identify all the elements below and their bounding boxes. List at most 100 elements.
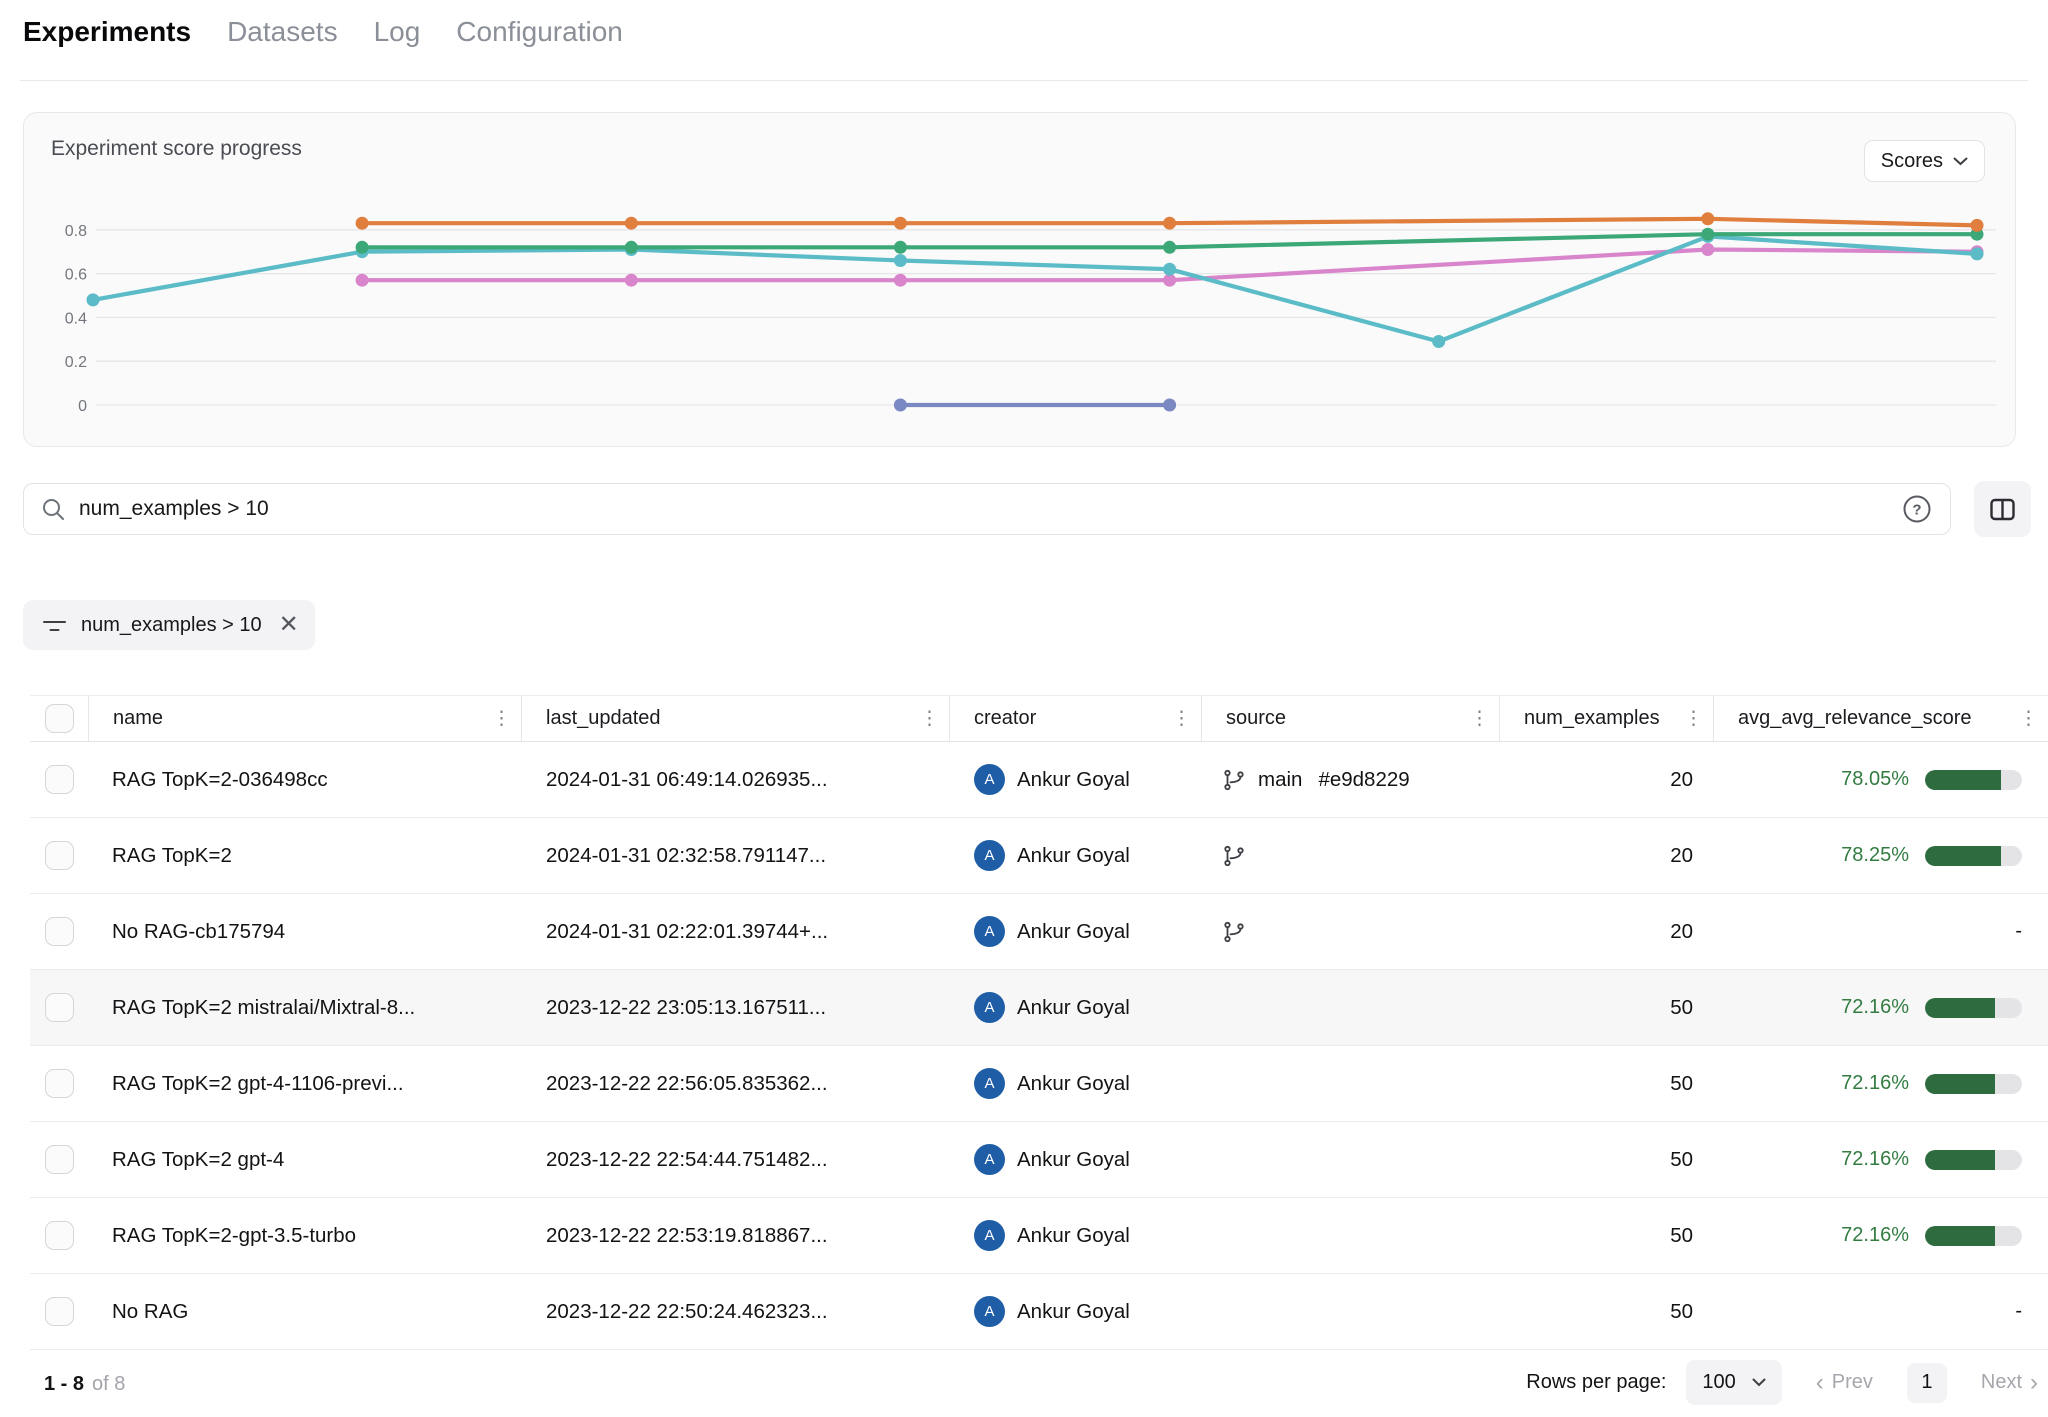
- range-total: of 8: [92, 1373, 125, 1395]
- score-bar-fill: [1925, 1150, 1995, 1170]
- column-menu-icon[interactable]: ⋮: [920, 709, 939, 728]
- rows-per-page-label: Rows per page:: [1526, 1371, 1666, 1394]
- experiment-name: RAG TopK=2 gpt-4-1106-previ...: [112, 1072, 404, 1096]
- num-examples-value: 50: [1670, 1148, 1693, 1172]
- search-input-wrapper[interactable]: ?: [23, 483, 1951, 535]
- column-menu-icon[interactable]: ⋮: [1172, 709, 1191, 728]
- svg-text:0.6: 0.6: [65, 267, 87, 284]
- column-menu-icon[interactable]: ⋮: [1470, 709, 1489, 728]
- range-text: 1 - 8: [44, 1373, 84, 1395]
- table-header: name⋮ last_updated⋮ creator⋮ source⋮ num…: [30, 695, 2048, 742]
- experiment-name: RAG TopK=2 mistralai/Mixtral-8...: [112, 996, 415, 1020]
- row-checkbox[interactable]: [45, 1297, 74, 1326]
- last-updated: 2023-12-22 23:05:13.167511...: [546, 996, 826, 1020]
- last-updated: 2023-12-22 22:56:05.835362...: [546, 1072, 828, 1096]
- rows-per-page-select[interactable]: 100: [1686, 1360, 1781, 1405]
- tab-log[interactable]: Log: [374, 16, 421, 48]
- source-cell: [1202, 818, 1500, 893]
- last-updated: 2023-12-22 22:50:24.462323...: [546, 1300, 828, 1324]
- column-menu-icon[interactable]: ⋮: [1684, 709, 1703, 728]
- creator-name: Ankur Goyal: [1017, 996, 1130, 1020]
- row-checkbox[interactable]: [45, 1221, 74, 1250]
- score-bar-fill: [1925, 1074, 1995, 1094]
- score-text: 78.25%: [1841, 844, 1909, 867]
- header-last-updated: last_updated⋮: [522, 696, 950, 741]
- score-bar: [1925, 1074, 2022, 1094]
- avatar: A: [974, 916, 1005, 947]
- table-row[interactable]: No RAG-cb175794 2024-01-31 02:22:01.3974…: [30, 894, 2048, 970]
- filter-chip[interactable]: num_examples > 10 ✕: [23, 600, 315, 650]
- score-bar-fill: [1925, 998, 1995, 1018]
- row-checkbox[interactable]: [45, 993, 74, 1022]
- score-cell: 78.05%: [1714, 742, 2048, 817]
- last-updated: 2023-12-22 22:54:44.751482...: [546, 1148, 828, 1172]
- remove-filter-icon[interactable]: ✕: [279, 613, 299, 637]
- current-page-button[interactable]: 1: [1907, 1363, 1947, 1403]
- experiment-name: RAG TopK=2-gpt-3.5-turbo: [112, 1224, 356, 1248]
- last-updated: 2023-12-22 22:53:19.818867...: [546, 1224, 828, 1248]
- last-updated: 2024-01-31 02:22:01.39744+...: [546, 920, 828, 944]
- num-examples-value: 50: [1670, 1300, 1693, 1324]
- table-row[interactable]: RAG TopK=2 mistralai/Mixtral-8... 2023-1…: [30, 970, 2048, 1046]
- table-row[interactable]: No RAG 2023-12-22 22:50:24.462323... A A…: [30, 1274, 2048, 1350]
- row-checkbox[interactable]: [45, 765, 74, 794]
- header-avg-avg-relevance-score: avg_avg_relevance_score⋮: [1714, 696, 2048, 741]
- avatar: A: [974, 764, 1005, 795]
- svg-text:0: 0: [78, 398, 87, 415]
- column-menu-icon[interactable]: ⋮: [2019, 709, 2038, 728]
- scores-dropdown[interactable]: Scores: [1864, 140, 1985, 182]
- table-row[interactable]: RAG TopK=2-036498cc 2024-01-31 06:49:14.…: [30, 742, 2048, 818]
- creator-name: Ankur Goyal: [1017, 1300, 1130, 1324]
- num-examples-value: 20: [1670, 920, 1693, 944]
- svg-text:?: ?: [1912, 502, 1921, 519]
- source-cell: [1202, 1198, 1500, 1273]
- table-row[interactable]: RAG TopK=2-gpt-3.5-turbo 2023-12-22 22:5…: [30, 1198, 2048, 1274]
- header-creator: creator⋮: [950, 696, 1202, 741]
- row-checkbox[interactable]: [45, 1069, 74, 1098]
- score-chart: 0.80.60.40.20: [24, 113, 2015, 446]
- score-text: 72.16%: [1841, 1072, 1909, 1095]
- help-icon[interactable]: ?: [1902, 494, 1932, 524]
- row-checkbox[interactable]: [45, 1145, 74, 1174]
- scores-dropdown-label: Scores: [1881, 150, 1943, 173]
- prev-page-button[interactable]: ‹Prev: [1816, 1371, 1873, 1395]
- tab-datasets[interactable]: Datasets: [227, 16, 338, 48]
- svg-text:0.4: 0.4: [65, 310, 87, 327]
- row-checkbox[interactable]: [45, 841, 74, 870]
- chart-title: Experiment score progress: [51, 137, 302, 161]
- creator-name: Ankur Goyal: [1017, 1224, 1130, 1248]
- score-progress-card: 0.80.60.40.20 Experiment score progress …: [23, 112, 2016, 447]
- num-examples-value: 50: [1670, 1072, 1693, 1096]
- source-cell: main #e9d8229: [1202, 742, 1500, 817]
- source-cell: [1202, 970, 1500, 1045]
- avatar: A: [974, 1220, 1005, 1251]
- source-branch: main: [1258, 768, 1302, 792]
- chevron-left-icon: ‹: [1816, 1371, 1824, 1395]
- pagination-range: 1 - 8 of 8: [44, 1373, 125, 1396]
- tab-experiments[interactable]: Experiments: [23, 16, 191, 48]
- experiment-name: No RAG: [112, 1300, 188, 1324]
- score-cell: -: [1714, 1274, 2048, 1349]
- search-input[interactable]: [79, 497, 1902, 521]
- score-empty: -: [2015, 920, 2022, 943]
- chevron-down-icon: [1752, 1378, 1766, 1387]
- row-checkbox[interactable]: [45, 917, 74, 946]
- tab-configuration[interactable]: Configuration: [456, 16, 623, 48]
- header-source: source⋮: [1202, 696, 1500, 741]
- chevron-down-icon: [1953, 157, 1968, 166]
- table-row[interactable]: RAG TopK=2 gpt-4 2023-12-22 22:54:44.751…: [30, 1122, 2048, 1198]
- creator-name: Ankur Goyal: [1017, 920, 1130, 944]
- next-page-button[interactable]: Next›: [1981, 1371, 2038, 1395]
- source-cell: [1202, 1122, 1500, 1197]
- score-text: 72.16%: [1841, 1224, 1909, 1247]
- score-bar-fill: [1925, 1226, 1995, 1246]
- select-all-checkbox[interactable]: [45, 704, 74, 733]
- column-menu-icon[interactable]: ⋮: [492, 709, 511, 728]
- header-name: name⋮: [89, 696, 522, 741]
- git-branch-icon: [1222, 768, 1246, 792]
- table-row[interactable]: RAG TopK=2 2024-01-31 02:32:58.791147...…: [30, 818, 2048, 894]
- score-cell: 78.25%: [1714, 818, 2048, 893]
- table-row[interactable]: RAG TopK=2 gpt-4-1106-previ... 2023-12-2…: [30, 1046, 2048, 1122]
- score-text: 72.16%: [1841, 1148, 1909, 1171]
- toggle-side-panel-button[interactable]: [1974, 481, 2031, 537]
